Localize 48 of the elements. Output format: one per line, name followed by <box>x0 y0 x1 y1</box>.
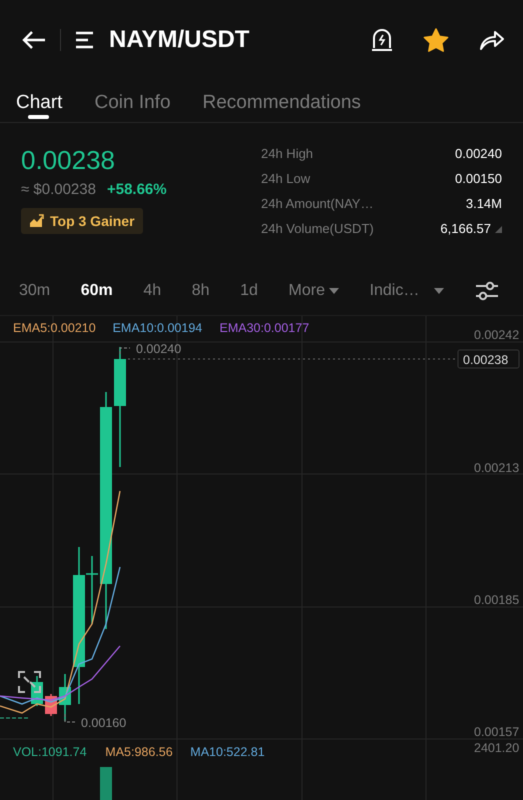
stat-label: 24h High <box>261 145 314 163</box>
star-icon[interactable] <box>423 28 449 52</box>
stat-value: 3.14M <box>466 195 502 213</box>
interval-tab[interactable]: 60m <box>80 282 113 300</box>
interval-dropdown[interactable]: More <box>288 282 339 300</box>
indicator-value: EMA30:0.00177 <box>220 321 310 335</box>
last-price-tag: 0.00238 <box>458 350 520 368</box>
volume-bar <box>100 767 112 800</box>
candle <box>59 674 71 721</box>
caret-icon <box>328 288 339 294</box>
interval-tab[interactable]: 30m <box>19 282 50 300</box>
candle <box>31 676 43 706</box>
indicator-value: EMA5:0.00210 <box>13 321 96 335</box>
volume-indicator: VOL:1091.74 <box>13 745 87 759</box>
tab[interactable]: Coin Info <box>94 80 171 122</box>
price-axis-label: 0.00242 <box>474 328 520 342</box>
price-axis-label: 0.00157 <box>474 725 520 739</box>
tab[interactable]: Recommendations <box>202 80 361 122</box>
volume-indicator: MA5:986.56 <box>105 745 173 759</box>
stat-label: 24h Volume(USDT) <box>261 220 374 238</box>
gainer-badge: Top 3 Gainer <box>21 208 143 234</box>
pair-title: NAYM/USDT <box>109 26 250 54</box>
alarm-icon[interactable] <box>371 28 393 52</box>
volume-axis-label: 2401.20 <box>474 741 520 755</box>
share-icon[interactable] <box>479 29 505 51</box>
expand-icon[interactable] <box>18 671 41 693</box>
stat-value: 6,166.57 <box>440 220 502 238</box>
corner-icon <box>495 226 502 232</box>
menu-icon[interactable] <box>75 31 95 49</box>
volume-indicator: MA10:522.81 <box>190 745 265 759</box>
caret-icon <box>434 288 444 294</box>
stat-value: 0.00150 <box>455 170 502 188</box>
indicator-value: EMA10:0.00194 <box>112 321 202 335</box>
interval-dropdown[interactable]: Indic… <box>370 282 444 300</box>
settings-icon[interactable] <box>474 281 499 301</box>
stat-label: 24h Low <box>261 170 310 188</box>
interval-tab[interactable]: 1d <box>240 282 258 300</box>
price-axis-label: 0.00185 <box>474 593 520 607</box>
fiat-price: ≈ $0.00238 <box>21 181 96 198</box>
tab[interactable]: Chart <box>16 80 62 122</box>
last-price: 0.00238 <box>21 145 116 175</box>
stat-value: 0.00240 <box>455 145 502 163</box>
interval-tab[interactable]: 8h <box>192 282 210 300</box>
price-change: +58.66% <box>106 181 167 198</box>
interval-tab[interactable]: 4h <box>143 282 162 300</box>
stat-label: 24h Amount(NAY… <box>261 195 374 213</box>
price-axis-label: 0.00213 <box>474 461 520 475</box>
back-icon[interactable] <box>22 30 46 50</box>
